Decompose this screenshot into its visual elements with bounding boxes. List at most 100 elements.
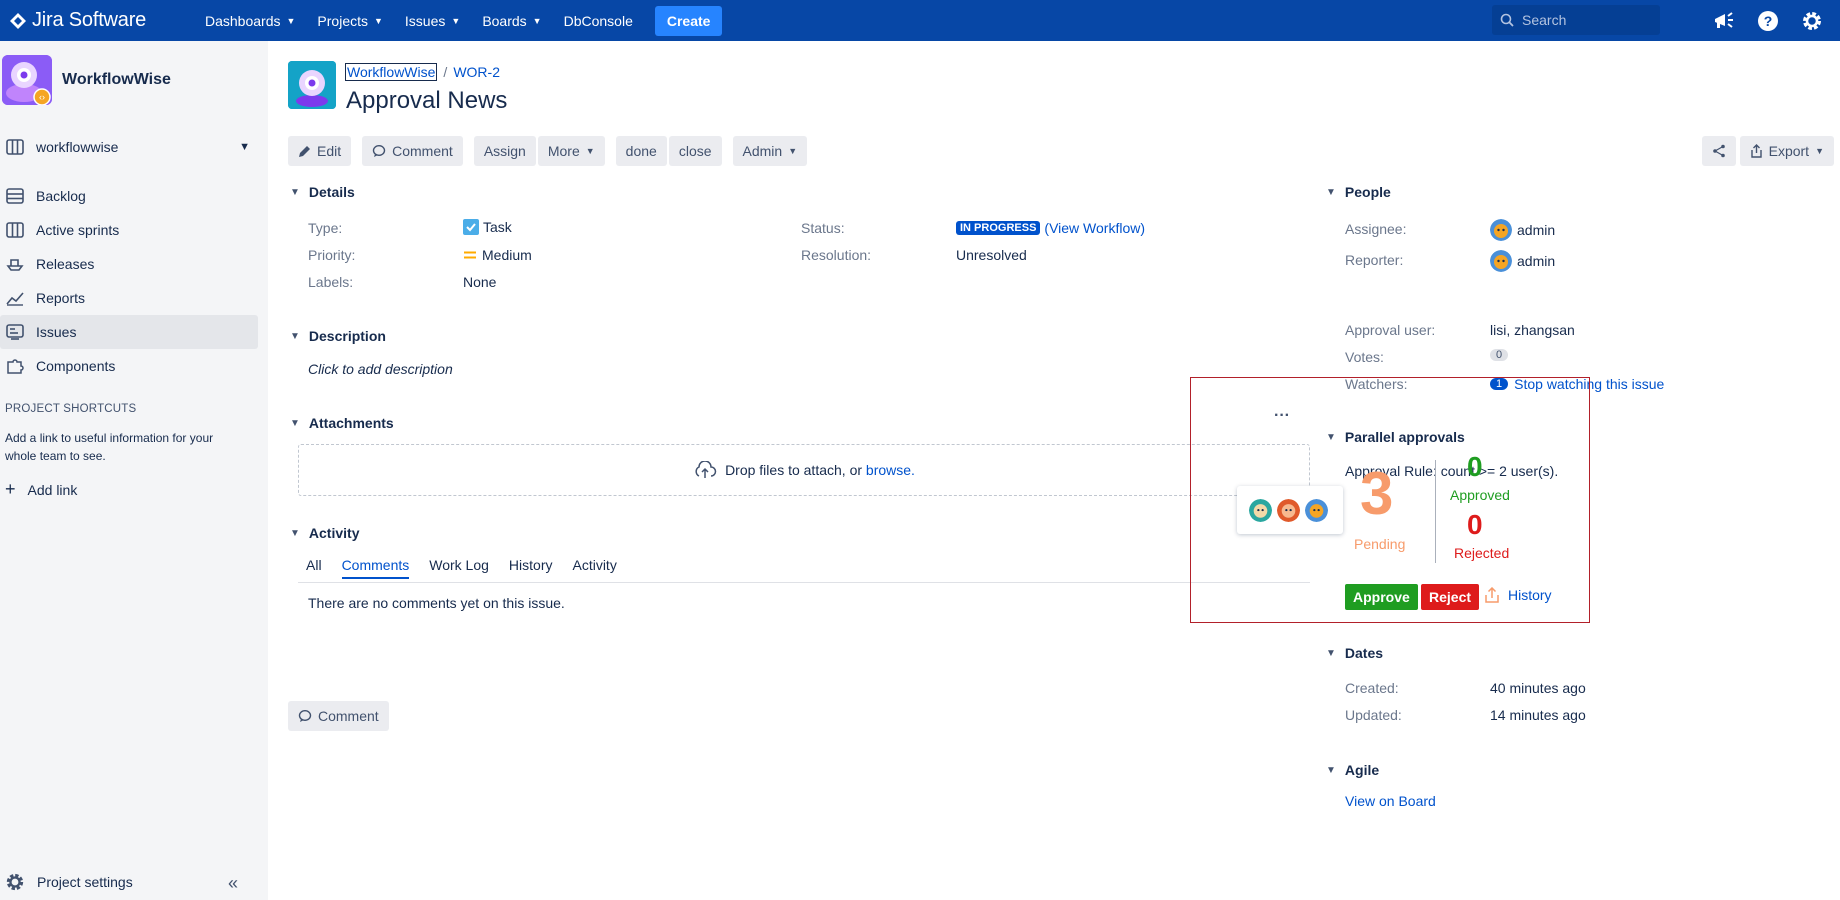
approval-history-link[interactable]: History bbox=[1484, 587, 1552, 603]
chevron-down-icon: ▼ bbox=[451, 15, 461, 26]
cat-avatar bbox=[1303, 496, 1330, 524]
sidebar-item-backlog[interactable]: Backlog bbox=[0, 179, 258, 213]
labels-value[interactable]: None bbox=[463, 274, 496, 290]
votes-label: Votes: bbox=[1345, 349, 1384, 365]
view-on-board-link[interactable]: View on Board bbox=[1345, 793, 1436, 809]
reporter-label: Reporter: bbox=[1345, 252, 1404, 268]
priority-label: Priority: bbox=[308, 247, 356, 263]
top-navigation: Jira Software Dashboards ▼ Projects ▼ Issu… bbox=[0, 0, 1840, 41]
sidebar-item-label: Issues bbox=[36, 324, 77, 340]
close-label: close bbox=[678, 143, 712, 159]
transition-close-button[interactable]: close bbox=[668, 136, 722, 166]
chevron-down-icon: ▼ bbox=[1815, 146, 1824, 156]
sidebar-item-reports[interactable]: Reports bbox=[0, 281, 258, 315]
sidebar-item-issues[interactable]: Issues bbox=[0, 315, 258, 349]
help-icon[interactable]: ? bbox=[1756, 9, 1780, 33]
more-button[interactable]: More ▼ bbox=[537, 136, 605, 166]
labels-label: Labels: bbox=[308, 274, 354, 290]
sprint-board-icon bbox=[6, 222, 24, 238]
description-field[interactable]: Click to add description bbox=[308, 361, 453, 377]
assign-label: Assign bbox=[483, 143, 526, 159]
board-name: workflowwise bbox=[36, 139, 119, 155]
comment-button[interactable]: Comment bbox=[362, 136, 463, 166]
issue-summary[interactable]: Approval News bbox=[346, 87, 507, 115]
description-section-header[interactable]: ▼ Description bbox=[290, 328, 386, 344]
agile-section-header[interactable]: ▼ Agile bbox=[1326, 762, 1379, 778]
pencil-icon bbox=[299, 145, 310, 157]
share-button[interactable] bbox=[1701, 136, 1736, 166]
nav-dbconsole[interactable]: DbConsole bbox=[564, 13, 633, 29]
admin-button[interactable]: Admin ▼ bbox=[732, 136, 808, 166]
project-settings-link[interactable]: Project settings bbox=[5, 872, 133, 892]
tab-work-log[interactable]: Work Log bbox=[429, 557, 489, 579]
task-checkbox-icon bbox=[463, 219, 479, 235]
nav-issues[interactable]: Issues ▼ bbox=[405, 13, 460, 29]
search-box[interactable] bbox=[1492, 5, 1660, 35]
edit-button[interactable]: Edit bbox=[288, 136, 352, 166]
admin-label: Admin bbox=[742, 143, 783, 159]
nav-boards[interactable]: Boards ▼ bbox=[482, 13, 541, 29]
chevron-down-icon: ▼ bbox=[290, 417, 300, 429]
assign-button[interactable]: Assign bbox=[473, 136, 536, 166]
chevron-down-icon: ▼ bbox=[374, 15, 383, 26]
chevron-down-icon: ▼ bbox=[1326, 764, 1336, 776]
search-input[interactable] bbox=[1520, 11, 1650, 29]
reject-button[interactable]: Reject bbox=[1421, 584, 1480, 610]
approvals-section-header[interactable]: ▼ Parallel approvals bbox=[1326, 429, 1465, 445]
assignee-value[interactable]: admin bbox=[1490, 219, 1555, 241]
announcement-icon[interactable] bbox=[1712, 9, 1736, 33]
tab-comments[interactable]: Comments bbox=[341, 557, 410, 579]
issues-icon bbox=[6, 324, 24, 340]
add-link-label: Add link bbox=[27, 481, 78, 498]
breadcrumb-project-link[interactable]: WorkflowWise bbox=[345, 63, 438, 81]
sidebar-item-label: Components bbox=[36, 358, 116, 374]
updated-value: 14 minutes ago bbox=[1490, 707, 1586, 723]
reporter-name: admin bbox=[1517, 253, 1556, 269]
export-label: Export bbox=[1768, 143, 1810, 159]
chevron-down-icon: ▼ bbox=[239, 141, 250, 153]
reporter-value[interactable]: admin bbox=[1490, 250, 1555, 272]
browse-link[interactable]: browse. bbox=[866, 462, 915, 478]
tab-history[interactable]: History bbox=[509, 557, 553, 579]
created-label: Created: bbox=[1345, 680, 1399, 696]
sidebar-item-active-sprints[interactable]: Active sprints bbox=[0, 213, 258, 247]
activity-section-header[interactable]: ▼ Activity bbox=[290, 525, 359, 541]
nav-dashboards[interactable]: Dashboards ▼ bbox=[205, 13, 295, 29]
user-avatar bbox=[1490, 250, 1512, 272]
sidebar-item-releases[interactable]: Releases bbox=[0, 247, 258, 281]
jira-diamond-icon bbox=[10, 12, 26, 29]
history-label: History bbox=[1508, 587, 1552, 603]
approve-button[interactable]: Approve bbox=[1345, 584, 1418, 610]
tab-all[interactable]: All bbox=[306, 557, 322, 579]
ship-icon bbox=[6, 259, 24, 271]
nav-projects[interactable]: Projects ▼ bbox=[317, 13, 383, 29]
approved-label: Approved bbox=[1450, 487, 1510, 503]
add-comment-button[interactable]: Comment bbox=[288, 701, 389, 731]
people-section-header[interactable]: ▼ People bbox=[1326, 184, 1391, 200]
status-label: Status: bbox=[801, 220, 845, 236]
chevron-down-icon: ▼ bbox=[788, 146, 798, 156]
settings-gear-icon[interactable] bbox=[1800, 9, 1824, 33]
type-text: Task bbox=[483, 219, 512, 235]
view-workflow-link[interactable]: (View Workflow) bbox=[1044, 220, 1145, 236]
attachments-section-header[interactable]: ▼ Attachments bbox=[290, 415, 394, 431]
votes-value[interactable]: 0 bbox=[1490, 349, 1509, 361]
collapse-sidebar-icon[interactable]: « bbox=[228, 873, 238, 894]
sidebar-item-components[interactable]: Components bbox=[0, 349, 258, 383]
dates-section-header[interactable]: ▼ Dates bbox=[1326, 645, 1383, 661]
breadcrumb-issue-key[interactable]: WOR-2 bbox=[453, 64, 500, 80]
board-selector[interactable]: workflowwise ▼ bbox=[0, 139, 258, 155]
project-header[interactable]: ‹› WorkflowWise bbox=[2, 55, 171, 106]
details-section-header[interactable]: ▼ Details bbox=[290, 184, 355, 200]
approvals-divider bbox=[1435, 460, 1436, 563]
add-link-button[interactable]: + Add link bbox=[5, 479, 77, 500]
transition-done-button[interactable]: done bbox=[615, 136, 667, 166]
jira-logo[interactable]: Jira Software bbox=[10, 9, 205, 32]
export-button[interactable]: Export ▼ bbox=[1739, 136, 1834, 166]
create-button[interactable]: Create bbox=[654, 5, 723, 36]
tab-activity[interactable]: Activity bbox=[572, 557, 616, 579]
attachment-drop-zone[interactable]: Drop files to attach, or browse. bbox=[298, 444, 1310, 496]
shortcuts-description: Add a link to useful information for you… bbox=[5, 431, 214, 463]
chevron-down-icon: ▼ bbox=[286, 15, 296, 26]
status-badge: IN PROGRESS bbox=[956, 221, 1041, 235]
